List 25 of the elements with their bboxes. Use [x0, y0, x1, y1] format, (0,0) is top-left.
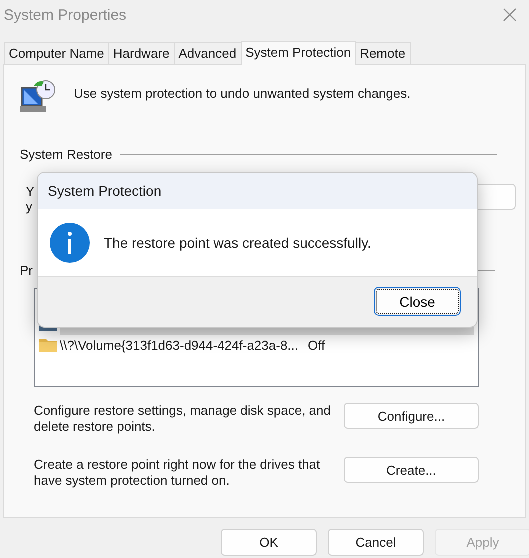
drive-name[interactable]: \\?\Volume{313f1d63-d944-424f-a23a-8...	[60, 338, 308, 352]
intro-text: Use system protection to undo unwanted system changes.	[74, 86, 411, 100]
group-heading: Pr	[20, 263, 33, 278]
action-button[interactable]: Create...	[344, 457, 479, 483]
dialog-button[interactable]: Cancel	[328, 529, 424, 556]
close-button[interactable]: Close	[376, 289, 459, 314]
dialog-button[interactable]: OK	[221, 529, 317, 556]
folder-icon	[39, 338, 57, 352]
action-description: Create a restore point right now for the drives that have system protection turned on.	[34, 457, 322, 489]
action-description: Configure restore settings, manage disk space, and delete restore points.	[34, 403, 332, 435]
action-button[interactable]: Configure...	[344, 403, 479, 429]
dialog-title: System Protection	[48, 183, 162, 199]
computer-restore-icon	[20, 80, 56, 114]
window-title: System Properties	[4, 6, 127, 24]
close-icon[interactable]	[503, 8, 517, 22]
info-icon	[50, 222, 90, 262]
tab[interactable]: System Protection	[240, 41, 356, 65]
group-heading: System Restore	[20, 147, 112, 162]
protection-status: Off	[308, 338, 326, 352]
description-text: y	[26, 199, 34, 214]
tab[interactable]: Remote	[355, 42, 411, 64]
tab[interactable]: Computer Name	[4, 42, 110, 64]
dialog-message: The restore point was created successfully.	[104, 234, 372, 250]
drive-row[interactable]: \\?\Volume{313f1d63-d944-424f-a23a-8... Off	[60, 336, 474, 354]
description-text: Y	[26, 184, 35, 199]
